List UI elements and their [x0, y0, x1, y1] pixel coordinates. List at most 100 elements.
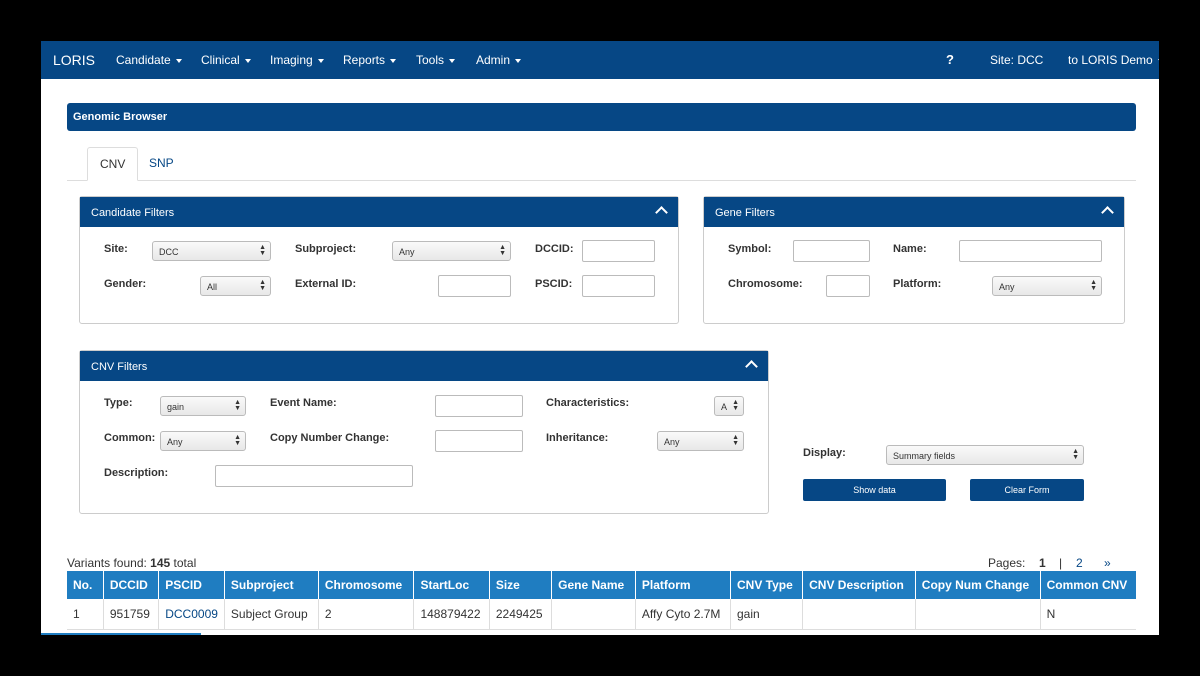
candidate-filters-panel: Candidate Filters Site: DCC ▲ ▼ Subproject…: [79, 196, 679, 324]
select-arrows-icon: ▲ ▼: [234, 434, 241, 447]
select-value: Any: [999, 282, 1015, 292]
type-select[interactable]: gain ▲ ▼: [160, 396, 246, 416]
col-cnv-description[interactable]: CNV Description: [802, 571, 916, 599]
platform-select[interactable]: Any ▲ ▼: [992, 276, 1102, 296]
copy-number-change-input[interactable]: [435, 430, 523, 452]
col-subproject[interactable]: Subproject: [224, 571, 319, 599]
select-value: gain: [167, 402, 185, 412]
pscid-label: PSCID:: [535, 278, 573, 290]
gene-filters-header[interactable]: Gene Filters: [704, 197, 1124, 227]
select-arrows-icon: ▲ ▼: [1072, 448, 1079, 461]
col-copy-num-change[interactable]: Copy Num Change: [915, 571, 1041, 599]
symbol-input[interactable]: [793, 240, 870, 262]
select-arrows-icon: ▲ ▼: [259, 244, 266, 257]
site-label: Site:: [104, 243, 128, 255]
characteristics-select[interactable]: A ▲ ▼: [714, 396, 744, 416]
col-startloc[interactable]: StartLoc: [413, 571, 490, 599]
show-data-button[interactable]: Show data: [803, 479, 946, 501]
site-indicator: Site: DCC: [990, 53, 1044, 67]
browser-screen: LORIS Candidate Clinical Imaging Reports…: [41, 41, 1159, 635]
caret-down-icon: [317, 58, 324, 63]
page-separator: |: [1059, 556, 1063, 570]
select-arrows-icon: ▲ ▼: [234, 399, 241, 412]
gender-select[interactable]: All ▲ ▼: [200, 276, 271, 296]
col-no[interactable]: No.: [67, 571, 104, 599]
display-label: Display:: [803, 447, 846, 459]
select-value: DCC: [159, 247, 179, 257]
chevron-up-icon[interactable]: [745, 360, 758, 373]
tab-cnv[interactable]: CNV: [87, 147, 139, 181]
tab-snp[interactable]: SNP: [137, 147, 186, 179]
select-arrows-icon: ▲ ▼: [259, 279, 266, 292]
help-icon[interactable]: ?: [946, 52, 954, 67]
name-input[interactable]: [959, 240, 1102, 262]
cnv-filters-panel: CNV Filters Type: gain ▲ ▼ Event Name: Cha…: [79, 350, 769, 514]
cell-no: 1: [67, 599, 104, 630]
select-value: Summary fields: [893, 451, 956, 461]
user-menu[interactable]: to LORIS Demo: [1068, 53, 1159, 67]
menu-candidate[interactable]: Candidate: [116, 53, 182, 67]
subproject-select[interactable]: Any ▲ ▼: [392, 241, 511, 261]
site-select[interactable]: DCC ▲ ▼: [152, 241, 271, 261]
copy-number-change-label: Copy Number Change:: [270, 432, 390, 444]
menu-label: Reports: [343, 53, 386, 67]
col-cnv-type[interactable]: CNV Type: [730, 571, 804, 599]
cnv-filters-header[interactable]: CNV Filters: [80, 351, 768, 381]
panel-title: Gene Filters: [715, 207, 775, 219]
select-value: A: [721, 402, 728, 412]
select-value: All: [207, 282, 218, 292]
characteristics-label: Characteristics:: [546, 397, 630, 409]
col-pscid[interactable]: PSCID: [158, 571, 225, 599]
event-name-input[interactable]: [435, 395, 523, 417]
candidate-filters-header[interactable]: Candidate Filters: [80, 197, 678, 227]
dccid-label: DCCID:: [535, 243, 574, 255]
menu-admin[interactable]: Admin: [476, 53, 522, 67]
menu-reports[interactable]: Reports: [343, 53, 397, 67]
common-label: Common:: [104, 432, 156, 444]
cell-size: 2249425: [489, 599, 553, 630]
platform-label: Platform:: [893, 278, 942, 290]
cell-copy-num-change: [915, 599, 1041, 630]
inheritance-select[interactable]: Any ▲ ▼: [657, 431, 744, 451]
clear-form-button[interactable]: Clear Form: [970, 479, 1084, 501]
cell-pscid-link[interactable]: DCC0009: [158, 599, 225, 630]
col-chromosome[interactable]: Chromosome: [318, 571, 415, 599]
caret-down-icon: [390, 58, 397, 63]
gene-filters-panel: Gene Filters Symbol: Name: Chromosome: P…: [703, 196, 1125, 324]
menu-clinical[interactable]: Clinical: [201, 53, 251, 67]
common-select[interactable]: Any ▲ ▼: [160, 431, 246, 451]
col-dccid[interactable]: DCCID: [103, 571, 160, 599]
external-id-label: External ID:: [295, 278, 357, 290]
external-id-input[interactable]: [438, 275, 511, 297]
description-input[interactable]: [215, 465, 413, 487]
col-platform[interactable]: Platform: [635, 571, 731, 599]
chromosome-input[interactable]: [826, 275, 870, 297]
col-size[interactable]: Size: [489, 571, 553, 599]
cell-cnv-type: gain: [730, 599, 804, 630]
display-select[interactable]: Summary fields ▲ ▼: [886, 445, 1084, 465]
next-page-link[interactable]: »: [1104, 556, 1111, 570]
select-value: Any: [167, 437, 183, 447]
caret-down-icon: [449, 58, 456, 63]
panel-title: CNV Filters: [91, 361, 148, 373]
cell-startloc: 148879422: [413, 599, 490, 630]
user-label: to LORIS Demo: [1068, 53, 1153, 67]
page-2-link[interactable]: 2: [1076, 556, 1083, 570]
pscid-input[interactable]: [582, 275, 655, 297]
type-label: Type:: [104, 397, 133, 409]
col-common-cnv[interactable]: Common CNV: [1040, 571, 1136, 599]
chevron-up-icon[interactable]: [655, 206, 668, 219]
dccid-input[interactable]: [582, 240, 655, 262]
caret-down-icon: [1157, 58, 1159, 63]
menu-tools[interactable]: Tools: [416, 53, 456, 67]
chevron-up-icon[interactable]: [1101, 206, 1114, 219]
panel-title: Candidate Filters: [91, 207, 175, 219]
col-gene-name[interactable]: Gene Name: [551, 571, 636, 599]
caret-down-icon: [515, 58, 522, 63]
cell-gene-name: [551, 599, 636, 630]
menu-imaging[interactable]: Imaging: [270, 53, 324, 67]
cell-common-cnv: N: [1040, 599, 1136, 630]
brand-logo[interactable]: LORIS: [53, 52, 95, 68]
found-count: 145: [150, 556, 171, 570]
select-arrows-icon: ▲ ▼: [499, 244, 506, 257]
